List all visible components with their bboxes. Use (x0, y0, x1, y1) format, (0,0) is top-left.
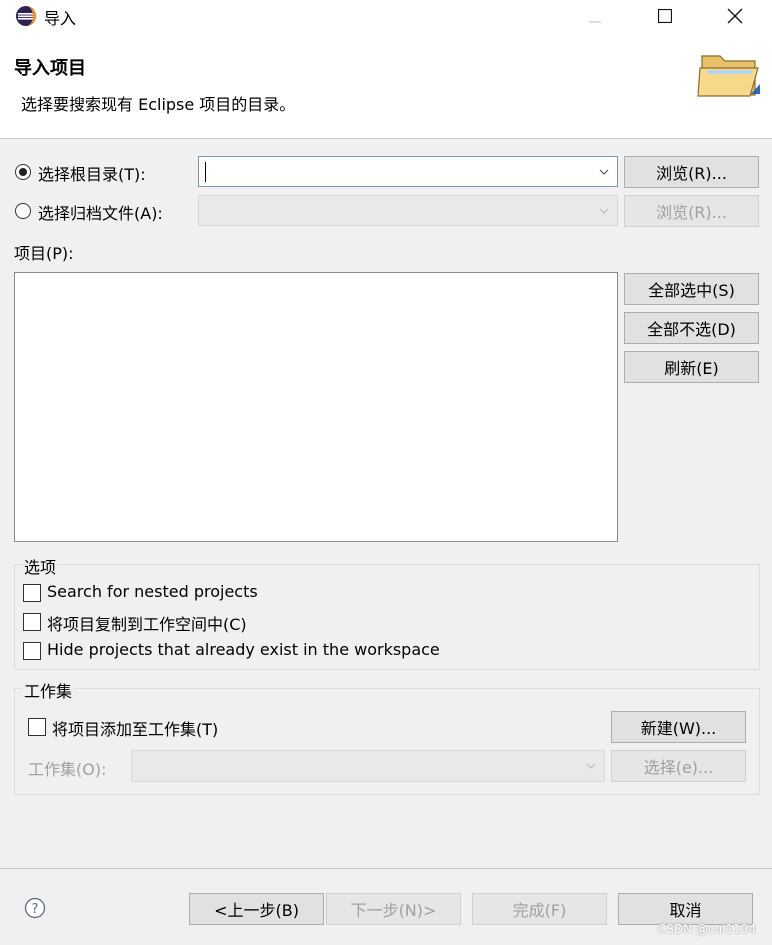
root-dir-combo[interactable] (198, 156, 618, 187)
wizard-header: 导入项目 选择要搜索现有 Eclipse 项目的目录。 (0, 32, 772, 139)
maximize-icon (658, 9, 672, 23)
deselect-all-button[interactable]: 全部不选(D) (624, 312, 759, 344)
hide-existing-label: Hide projects that already exist in the … (47, 640, 440, 659)
close-icon (727, 8, 743, 24)
browse-archive-button[interactable]: 浏览(R)... (624, 195, 759, 227)
finish-button[interactable]: 完成(F) (472, 893, 607, 925)
footer-separator (0, 868, 772, 869)
projects-label: 项目(P): (14, 244, 74, 263)
add-to-working-set-label: 将项目添加至工作集(T) (52, 720, 219, 739)
working-sets-combo[interactable] (131, 750, 605, 782)
page-description: 选择要搜索现有 Eclipse 项目的目录。 (21, 95, 296, 114)
minimize-icon (589, 21, 601, 23)
open-folder-icon (697, 55, 760, 97)
root-dir-label: 选择根目录(T): (38, 165, 146, 184)
svg-text:?: ? (32, 902, 39, 917)
close-button[interactable] (712, 0, 758, 32)
nested-projects-checkbox[interactable] (23, 584, 41, 602)
options-title: 选项 (22, 554, 59, 578)
copy-to-workspace-label: 将项目复制到工作空间中(C) (47, 615, 247, 634)
working-sets-label: 工作集(O): (28, 760, 107, 779)
help-icon[interactable]: ? (24, 897, 46, 919)
archive-radio[interactable] (15, 203, 31, 219)
page-title: 导入项目 (14, 58, 86, 79)
back-button[interactable]: <上一步(B) (189, 893, 324, 925)
chevron-down-icon[interactable] (599, 167, 609, 177)
refresh-button[interactable]: 刷新(E) (624, 351, 759, 383)
root-dir-radio[interactable] (15, 164, 31, 180)
next-button[interactable]: 下一步(N)> (326, 893, 461, 925)
select-all-button[interactable]: 全部选中(S) (624, 273, 759, 305)
chevron-down-icon (586, 763, 596, 769)
browse-root-button[interactable]: 浏览(R)... (624, 156, 759, 188)
chevron-down-icon (599, 208, 609, 214)
eclipse-icon (16, 6, 36, 26)
copy-to-workspace-checkbox[interactable] (23, 613, 41, 631)
minimize-button[interactable] (572, 0, 618, 32)
archive-combo[interactable] (198, 195, 618, 226)
archive-label: 选择归档文件(A): (38, 204, 163, 223)
select-working-set-button[interactable]: 选择(e)... (611, 750, 746, 782)
hide-existing-checkbox[interactable] (23, 642, 41, 660)
maximize-button[interactable] (642, 0, 688, 32)
nested-projects-label: Search for nested projects (47, 582, 258, 601)
watermark: CSDN @cui1104 (657, 922, 756, 936)
add-to-working-set-checkbox[interactable] (28, 718, 46, 736)
text-cursor (205, 162, 206, 182)
working-sets-title: 工作集 (22, 678, 75, 702)
window-title: 导入 (44, 9, 77, 28)
cancel-button[interactable]: 取消 (618, 893, 753, 925)
new-working-set-button[interactable]: 新建(W)... (611, 711, 746, 743)
projects-list[interactable] (14, 272, 618, 542)
title-bar: 导入 (0, 0, 772, 32)
